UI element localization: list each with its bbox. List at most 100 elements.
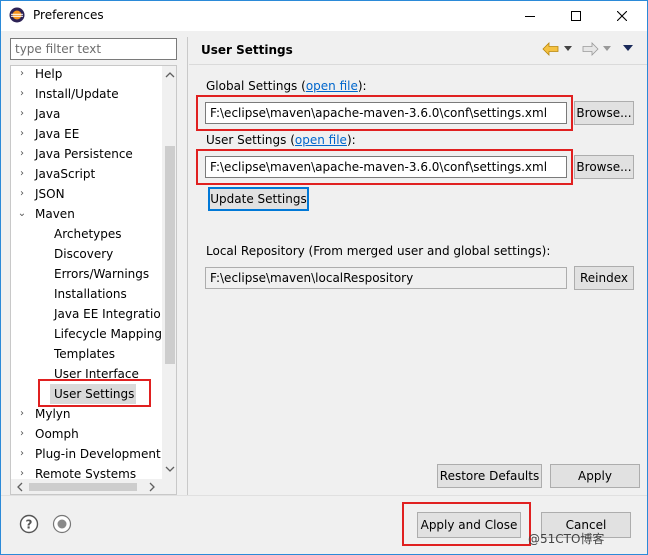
user-browse-button[interactable]: Browse... [574,155,634,179]
tree-item-label: Maven [35,207,75,221]
tree-item-java-ee[interactable]: › Java EE [11,124,161,144]
user-settings-label-text: User Settings ( [206,133,295,147]
scroll-thumb[interactable] [165,146,175,364]
chevron-right-icon[interactable]: › [17,424,27,444]
tree-item-label: JSON [35,187,65,201]
chevron-right-icon[interactable]: › [17,184,27,204]
tree-item-java-persistence[interactable]: › Java Persistence [11,144,161,164]
apply-and-close-button[interactable]: Apply and Close [417,512,521,538]
tree-item-archetypes[interactable]: Archetypes [54,224,122,244]
header-separator [189,64,647,65]
close-icon [617,11,627,21]
preferences-window: Preferences › Help › Install/Update › Ja… [0,0,648,555]
tree-item-label: User Interface [54,367,139,381]
tree-item-installations[interactable]: Installations [54,284,127,304]
tree-item-label: JavaScript [35,167,96,181]
tree-item-help[interactable]: › Help [11,66,161,84]
back-arrow-icon[interactable] [542,42,560,56]
tree-item-javascript[interactable]: › JavaScript [11,164,161,184]
tree-item-label: Java EE [35,127,80,141]
record-preferences-icon[interactable] [52,514,72,534]
chevron-right-icon[interactable]: › [17,66,27,84]
chevron-down-icon[interactable]: ⌄ [17,204,27,224]
tree-item-install-update[interactable]: › Install/Update [11,84,161,104]
tree-vertical-scrollbar[interactable] [162,66,177,479]
tree-item-java[interactable]: › Java [11,104,161,124]
tree-item-label: Templates [54,347,116,361]
tree-item-mylyn[interactable]: › Mylyn [11,404,161,424]
chevron-right-icon[interactable]: › [17,104,27,124]
user-settings-field[interactable]: F:\eclipse\maven\apache-maven-3.6.0\conf… [205,156,567,178]
tree-item-label: Java Persistence [35,147,133,161]
tree-item-maven[interactable]: ⌄ Maven [11,204,161,224]
svg-text:?: ? [26,518,33,532]
user-settings-label: User Settings (open file): [206,133,356,147]
apply-button[interactable]: Apply [550,464,640,488]
back-menu-chevron-icon[interactable] [564,46,572,60]
global-settings-label: Global Settings (open file): [206,79,367,93]
tree-item-label: User Settings [54,387,135,401]
help-icon[interactable]: ? [19,514,39,534]
tree-horizontal-scrollbar[interactable] [11,479,176,495]
forward-arrow-icon[interactable] [581,42,599,56]
tree-item-label: Install/Update [35,87,119,101]
forward-menu-chevron-icon[interactable] [603,46,611,60]
chevron-right-icon[interactable]: › [17,124,27,144]
tree-item-label: Plug-in Development [35,447,161,461]
tree-item-plug-in-development[interactable]: › Plug-in Development [11,444,161,464]
tree-item-templates[interactable]: Templates [54,344,115,364]
scroll-right-icon[interactable] [145,479,159,495]
tree-item-label: Installations [54,287,127,301]
window-title: Preferences [33,8,104,22]
maximize-button[interactable] [553,1,599,31]
minimize-button[interactable] [507,1,553,31]
tree-item-oomph[interactable]: › Oomph [11,424,161,444]
reindex-button[interactable]: Reindex [574,266,634,290]
chevron-right-icon[interactable]: › [17,84,27,104]
watermark: @51CTO博客 [528,532,605,546]
tree-item-discovery[interactable]: Discovery [54,244,113,264]
preference-tree: › Help › Install/Update › Java › Java EE… [10,65,177,495]
restore-defaults-button[interactable]: Restore Defaults [437,464,542,488]
tree-item-label: Mylyn [35,407,71,421]
update-settings-button[interactable]: Update Settings [208,187,309,211]
global-settings-field[interactable]: F:\eclipse\maven\apache-maven-3.6.0\conf… [205,102,567,124]
chevron-right-icon[interactable]: › [17,444,27,464]
tree-item-java-ee-integration[interactable]: Java EE Integratio [54,304,161,324]
scroll-left-icon[interactable] [13,479,27,495]
panel-splitter[interactable] [187,37,188,495]
scroll-down-icon[interactable] [162,462,177,476]
local-repository-field: F:\eclipse\maven\localRespository [205,267,567,289]
tree-item-user-settings[interactable]: User Settings [50,384,136,404]
chevron-right-icon[interactable]: › [17,164,27,184]
user-settings-label-close: ): [346,133,356,147]
tree-item-label: Help [35,67,63,81]
scroll-thumb[interactable] [29,483,137,491]
filter-input[interactable] [10,38,177,60]
title-bar: Preferences [1,1,647,31]
page-title: User Settings [201,43,293,57]
tree-item-label: Java [35,107,61,121]
footer-separator [1,495,647,496]
tree-item-user-interface[interactable]: User Interface [54,364,139,384]
chevron-right-icon[interactable]: › [17,404,27,424]
scroll-up-icon[interactable] [162,68,177,82]
tree-item-label: Oomph [35,427,79,441]
user-open-file-link[interactable]: open file [295,133,347,147]
close-button[interactable] [599,1,645,31]
local-repository-label: Local Repository (From merged user and g… [206,244,551,258]
tree-item-json[interactable]: › JSON [11,184,161,204]
maximize-icon [571,11,581,21]
global-settings-label-close: ): [357,79,367,93]
tree-item-label: Java EE Integratio [54,307,161,321]
tree-item-label: Discovery [54,247,114,261]
tree-item-label: Lifecycle Mapping [54,327,162,341]
tree-item-label: Errors/Warnings [54,267,150,281]
global-open-file-link[interactable]: open file [306,79,358,93]
tree-item-lifecycle-mapping[interactable]: Lifecycle Mapping [54,324,162,344]
tree-item-errors-warnings[interactable]: Errors/Warnings [54,264,149,284]
view-menu-icon[interactable] [623,45,633,59]
global-browse-button[interactable]: Browse... [574,101,634,125]
chevron-right-icon[interactable]: › [17,144,27,164]
global-settings-label-text: Global Settings ( [206,79,306,93]
